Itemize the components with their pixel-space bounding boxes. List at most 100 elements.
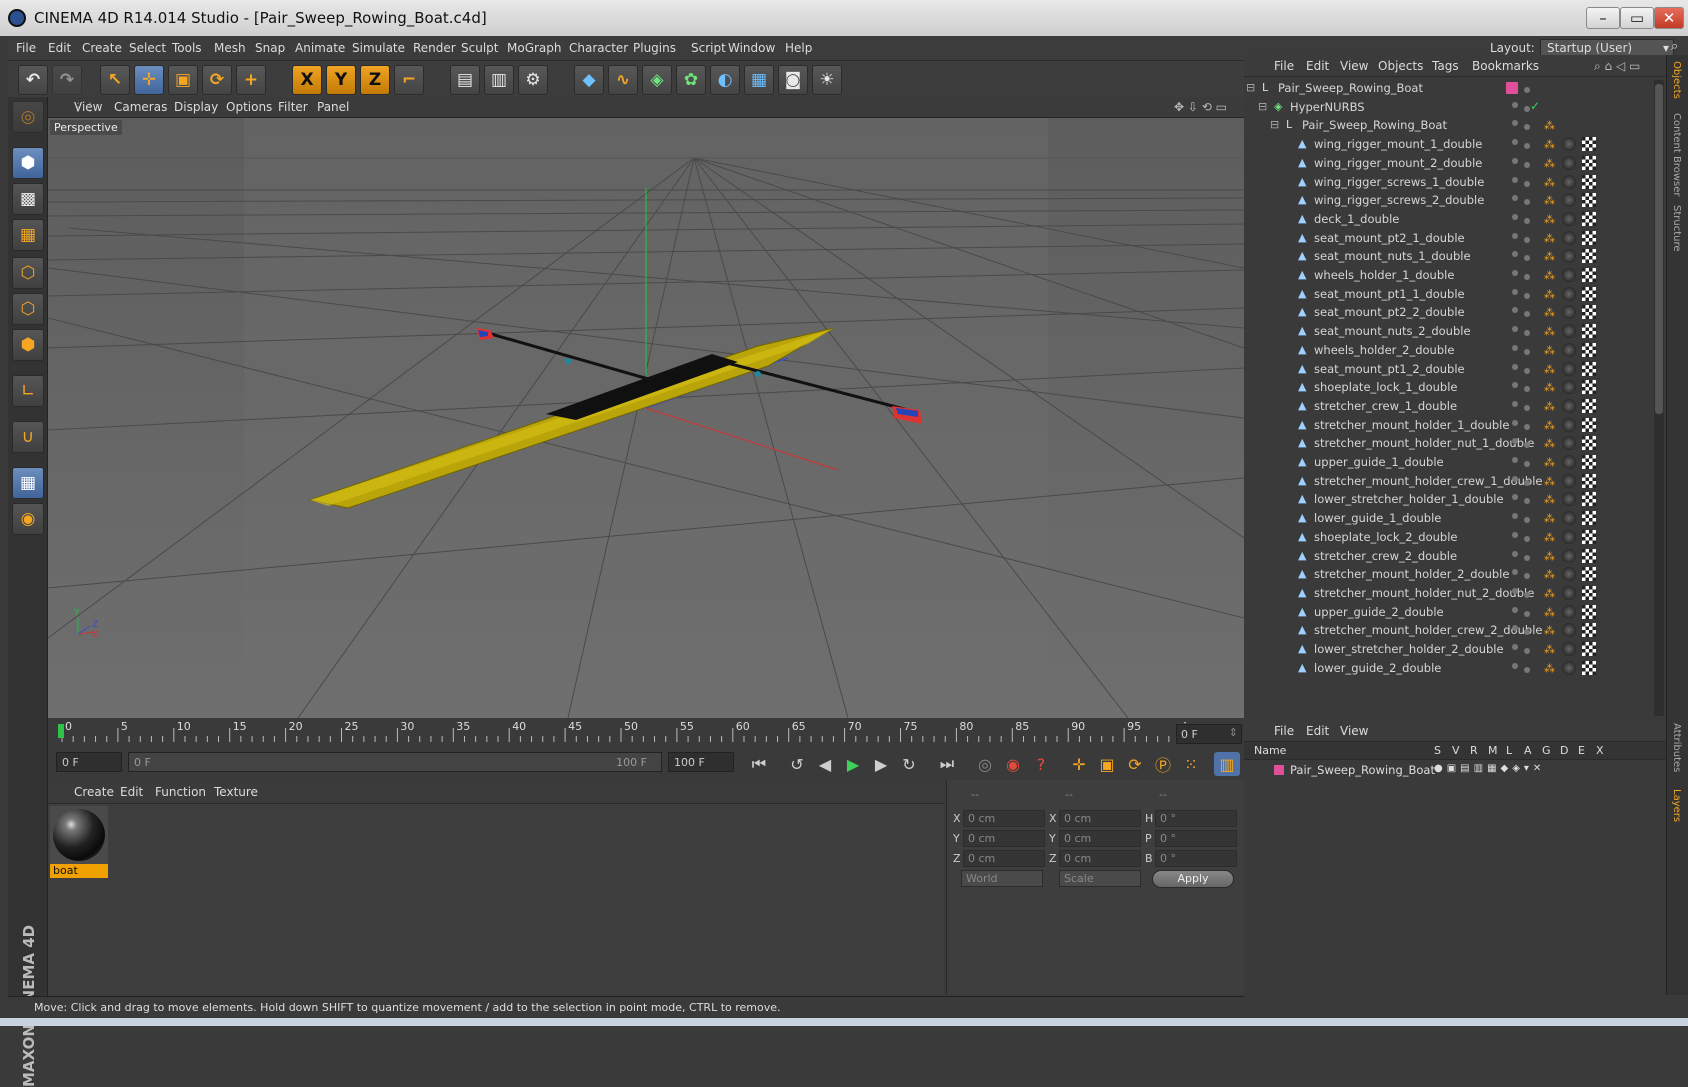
material-tag-icon[interactable] [1562,436,1576,451]
object-row[interactable]: ▲ deck_1_double ⁂ [1244,209,1654,229]
workplane-icon[interactable]: ▦ [12,219,44,251]
layer-name[interactable]: Pair_Sweep_Rowing_Boat [1290,763,1435,777]
add-icon[interactable]: + [236,65,266,95]
key-rotation-icon[interactable]: ⟳ [1122,752,1148,776]
object-row[interactable]: ▲ wing_rigger_screws_1_double ⁂ [1244,172,1654,192]
texture-mode-icon[interactable]: ▩ [12,183,44,215]
material-tag-icon[interactable] [1562,286,1576,301]
material-tag-icon[interactable] [1562,174,1576,189]
object-row[interactable]: ▲ wing_rigger_mount_2_double ⁂ [1244,153,1654,173]
nurbs-icon[interactable]: ◈ [642,65,672,95]
object-manager-nav-icons[interactable]: ⌕ ⌂ ◁ ▭ [1594,59,1640,74]
editor-visibility-dot[interactable] [1512,195,1518,202]
phong-tag-icon[interactable]: ⁂ [1544,475,1555,488]
end-frame-field[interactable]: 100 F [668,752,734,772]
phong-tag-icon[interactable]: ⁂ [1544,138,1555,151]
object-name[interactable]: stretcher_crew_2_double [1314,549,1457,563]
object-row[interactable]: ⊟ ◈ HyperNURBS ✓ [1244,97,1654,117]
editor-visibility-dot[interactable] [1512,213,1518,220]
viewport-menu-cameras[interactable]: Cameras [114,100,167,114]
tab-attributes[interactable]: Attributes [1671,723,1682,772]
menu-animate[interactable]: Animate [295,41,345,55]
go-to-end-icon[interactable]: ⏭ [934,752,960,776]
phong-tag-icon[interactable]: ⁂ [1544,381,1555,394]
render-visibility-dot[interactable] [1524,610,1530,617]
object-name[interactable]: Pair_Sweep_Rowing_Boat [1302,118,1447,132]
object-row[interactable]: ▲ wing_rigger_screws_2_double ⁂ [1244,190,1654,210]
uvw-tag-icon[interactable] [1582,529,1596,544]
edges-mode-icon[interactable]: ⬡ [12,293,44,325]
object-row[interactable]: ▲ stretcher_mount_holder_1_double ⁂ [1244,415,1654,435]
phong-tag-icon[interactable]: ⁂ [1544,400,1555,413]
menu-edit[interactable]: Edit [48,41,71,55]
editor-visibility-dot[interactable] [1512,307,1518,314]
objects-menu-edit[interactable]: Edit [1306,59,1329,73]
editor-visibility-dot[interactable] [1512,251,1518,258]
points-mode-icon[interactable]: ⬡ [12,257,44,289]
coordinate-mode-select[interactable]: World [961,870,1043,887]
uvw-tag-icon[interactable] [1582,230,1596,245]
object-name[interactable]: shoeplate_lock_2_double [1314,530,1458,544]
uvw-tag-icon[interactable] [1582,398,1596,413]
tab-content-browser[interactable]: Content Browser [1671,113,1682,196]
object-name[interactable]: seat_mount_nuts_1_double [1314,249,1471,263]
menu-plugins[interactable]: Plugins [633,41,676,55]
object-row[interactable]: ▲ lower_stretcher_holder_2_double ⁂ [1244,639,1654,659]
object-name[interactable]: lower_guide_2_double [1314,661,1441,675]
position-x-field[interactable]: 0 cm [963,810,1045,827]
make-editable-icon[interactable]: ◎ [12,101,44,133]
editor-visibility-dot[interactable] [1512,232,1518,239]
object-name[interactable]: lower_guide_1_double [1314,511,1441,525]
phong-tag-icon[interactable]: ⁂ [1544,662,1555,675]
object-row[interactable]: ▲ wheels_holder_2_double ⁂ [1244,340,1654,360]
viewport-menu-options[interactable]: Options [226,100,272,114]
object-name[interactable]: wheels_holder_1_double [1314,268,1454,282]
search-icon[interactable]: ⌕ [1671,39,1678,54]
scene-floor-icon[interactable]: ▦ [744,65,774,95]
phong-tag-icon[interactable]: ⁂ [1544,232,1555,245]
render-visibility-dot[interactable] [1524,386,1530,393]
layers-menu-edit[interactable]: Edit [1306,724,1329,738]
scrollbar-thumb[interactable] [1655,84,1663,414]
material-tag-icon[interactable] [1562,268,1576,282]
rotation-p-field[interactable]: 0 ° [1155,830,1237,847]
position-y-field[interactable]: 0 cm [963,830,1045,847]
object-row[interactable]: ▲ shoeplate_lock_1_double ⁂ [1244,377,1654,397]
render-visibility-dot[interactable] [1524,87,1530,93]
material-tag-icon[interactable] [1562,642,1576,656]
layers-menu-file[interactable]: File [1274,724,1294,738]
coordinate-system-icon[interactable]: ⌐ [394,65,424,95]
object-name[interactable]: stretcher_mount_holder_2_double [1314,567,1509,581]
key-scale-icon[interactable]: ▣ [1094,752,1120,776]
render-visibility-dot[interactable] [1524,274,1530,280]
uvw-tag-icon[interactable] [1582,305,1596,320]
cube-icon[interactable]: ◆ [574,65,604,95]
material-tag-icon[interactable] [1562,380,1576,395]
object-row[interactable]: ▲ upper_guide_2_double ⁂ [1244,602,1654,622]
editor-visibility-dot[interactable] [1512,475,1518,482]
previous-frame-icon[interactable]: ◀ [812,752,838,776]
size-y-field[interactable]: 0 cm [1059,830,1141,847]
object-row[interactable]: ⊟ L Pair_Sweep_Rowing_Boat ⁂ [1244,115,1654,135]
material-menu-texture[interactable]: Texture [214,785,258,799]
object-name[interactable]: seat_mount_nuts_2_double [1314,324,1471,338]
uvw-tag-icon[interactable] [1582,660,1596,675]
uvw-tag-icon[interactable] [1582,249,1596,264]
layer-color-swatch[interactable] [1506,82,1518,94]
uvw-tag-icon[interactable] [1582,342,1596,357]
next-frame-icon[interactable]: ▶ [868,752,894,776]
lock-workplane-icon[interactable]: ▦ [12,467,44,499]
render-visibility-dot[interactable] [1524,236,1530,243]
uvw-tag-icon[interactable] [1582,193,1596,208]
menu-mesh[interactable]: Mesh [214,41,246,55]
phong-tag-icon[interactable]: ⁂ [1544,512,1555,525]
phong-tag-icon[interactable]: ⁂ [1544,437,1555,450]
phong-tag-icon[interactable]: ⁂ [1544,550,1555,563]
editor-visibility-dot[interactable] [1512,606,1518,613]
render-visibility-dot[interactable] [1524,124,1530,131]
object-row[interactable]: ▲ lower_guide_1_double ⁂ [1244,508,1654,528]
editor-visibility-dot[interactable] [1512,288,1518,295]
object-name[interactable]: Pair_Sweep_Rowing_Boat [1278,81,1423,95]
uvw-tag-icon[interactable] [1582,417,1596,432]
next-key-icon[interactable]: ↻ [896,752,922,776]
